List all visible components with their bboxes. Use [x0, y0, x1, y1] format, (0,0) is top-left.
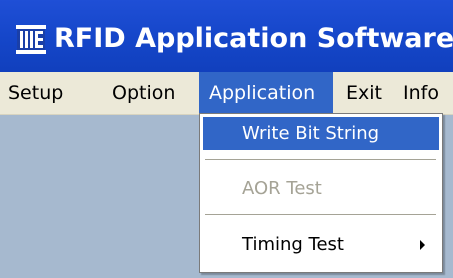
- menu-option[interactable]: Option: [108, 72, 192, 114]
- menu-setup[interactable]: Setup: [5, 72, 88, 114]
- menu-info[interactable]: Info: [400, 72, 453, 114]
- menu-item-write-bit-string[interactable]: Write Bit String: [203, 117, 439, 150]
- menu-item-label: AOR Test: [242, 178, 322, 199]
- menu-application[interactable]: Application: [199, 72, 333, 114]
- menu-separator: [205, 159, 436, 161]
- menu-item-aor-test: AOR Test: [203, 172, 439, 205]
- menu-exit[interactable]: Exit: [343, 72, 396, 114]
- menu-separator: [205, 214, 436, 216]
- menu-item-timing-test[interactable]: Timing Test: [203, 228, 439, 261]
- submenu-arrow-icon: [420, 240, 425, 250]
- menu-item-label: Write Bit String: [242, 123, 380, 144]
- menu-item-label: Timing Test: [242, 234, 344, 255]
- rfid-app-icon: [16, 25, 46, 54]
- application-dropdown-menu: Write Bit String AOR Test Timing Test: [199, 113, 443, 273]
- menu-bar: Setup Option Application Exit Info: [0, 72, 453, 115]
- window-title: RFID Application Software: [54, 23, 453, 54]
